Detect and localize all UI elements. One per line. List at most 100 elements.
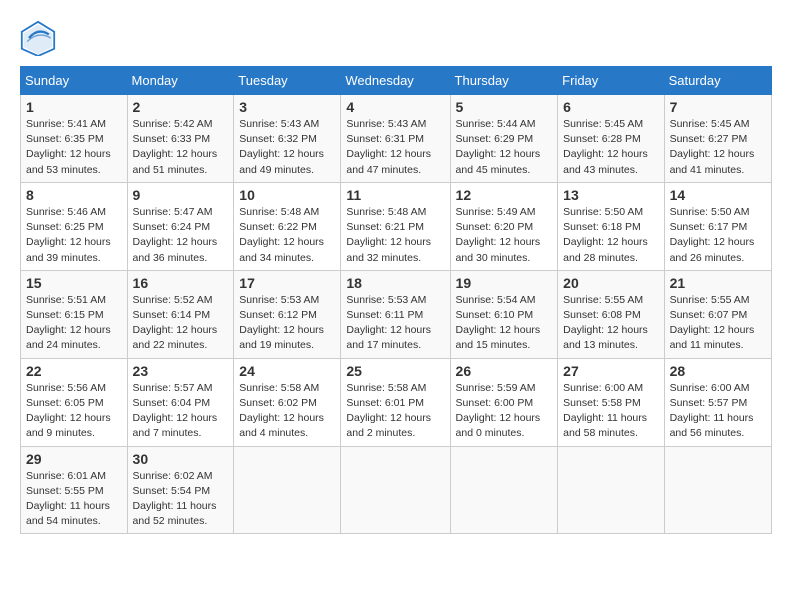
day-cell: 26 Sunrise: 5:59 AM Sunset: 6:00 PM Dayli… xyxy=(450,358,558,446)
day-number: 22 xyxy=(26,363,122,379)
day-cell xyxy=(341,446,450,534)
day-cell: 25 Sunrise: 5:58 AM Sunset: 6:01 PM Dayli… xyxy=(341,358,450,446)
day-number: 29 xyxy=(26,451,122,467)
day-cell: 2 Sunrise: 5:42 AM Sunset: 6:33 PM Daylig… xyxy=(127,95,234,183)
day-detail: Sunrise: 5:53 AM Sunset: 6:11 PM Dayligh… xyxy=(346,293,444,354)
day-cell: 3 Sunrise: 5:43 AM Sunset: 6:32 PM Daylig… xyxy=(234,95,341,183)
day-detail: Sunrise: 5:56 AM Sunset: 6:05 PM Dayligh… xyxy=(26,381,122,442)
day-cell: 29 Sunrise: 6:01 AM Sunset: 5:55 PM Dayli… xyxy=(21,446,128,534)
day-cell: 17Sunrise: 5:53 AM Sunset: 6:12 PM Dayli… xyxy=(234,270,341,358)
day-cell: 11 Sunrise: 5:48 AM Sunset: 6:21 PM Dayli… xyxy=(341,182,450,270)
day-cell: 13Sunrise: 5:50 AM Sunset: 6:18 PM Dayli… xyxy=(558,182,664,270)
day-number: 23 xyxy=(133,363,229,379)
day-cell: 1 Sunrise: 5:41 AM Sunset: 6:35 PM Daylig… xyxy=(21,95,128,183)
day-detail: Sunrise: 5:57 AM Sunset: 6:04 PM Dayligh… xyxy=(133,381,229,442)
day-detail: Sunrise: 6:01 AM Sunset: 5:55 PM Dayligh… xyxy=(26,469,122,530)
day-detail: Sunrise: 5:58 AM Sunset: 6:02 PM Dayligh… xyxy=(239,381,335,442)
day-detail: Sunrise: 5:43 AM Sunset: 6:31 PM Dayligh… xyxy=(346,117,444,178)
day-detail: Sunrise: 5:50 AM Sunset: 6:18 PM Dayligh… xyxy=(563,205,658,266)
day-detail: Sunrise: 5:48 AM Sunset: 6:22 PM Dayligh… xyxy=(239,205,335,266)
day-number: 6 xyxy=(563,99,658,115)
col-header-tuesday: Tuesday xyxy=(234,67,341,95)
day-number: 25 xyxy=(346,363,444,379)
day-detail: Sunrise: 5:49 AM Sunset: 6:20 PM Dayligh… xyxy=(456,205,553,266)
day-number: 20 xyxy=(563,275,658,291)
day-cell: 12 Sunrise: 5:49 AM Sunset: 6:20 PM Dayli… xyxy=(450,182,558,270)
day-cell: 9 Sunrise: 5:47 AM Sunset: 6:24 PM Daylig… xyxy=(127,182,234,270)
day-cell: 30 Sunrise: 6:02 AM Sunset: 5:54 PM Dayli… xyxy=(127,446,234,534)
col-header-saturday: Saturday xyxy=(664,67,771,95)
week-row-2: 8 Sunrise: 5:46 AM Sunset: 6:25 PM Daylig… xyxy=(21,182,772,270)
day-number: 14 xyxy=(670,187,766,203)
day-detail: Sunrise: 5:55 AM Sunset: 6:08 PM Dayligh… xyxy=(563,293,658,354)
day-cell: 15 Sunrise: 5:51 AM Sunset: 6:15 PM Dayli… xyxy=(21,270,128,358)
day-number: 4 xyxy=(346,99,444,115)
day-number: 24 xyxy=(239,363,335,379)
day-detail: Sunrise: 5:51 AM Sunset: 6:15 PM Dayligh… xyxy=(26,293,122,354)
col-header-friday: Friday xyxy=(558,67,664,95)
day-detail: Sunrise: 6:00 AM Sunset: 5:58 PM Dayligh… xyxy=(563,381,658,442)
logo xyxy=(20,20,60,56)
page-header xyxy=(20,20,772,56)
day-cell: 6 Sunrise: 5:45 AM Sunset: 6:28 PM Daylig… xyxy=(558,95,664,183)
day-number: 9 xyxy=(133,187,229,203)
day-number: 2 xyxy=(133,99,229,115)
day-detail: Sunrise: 5:58 AM Sunset: 6:01 PM Dayligh… xyxy=(346,381,444,442)
day-cell: 27 Sunrise: 6:00 AM Sunset: 5:58 PM Dayli… xyxy=(558,358,664,446)
day-detail: Sunrise: 5:45 AM Sunset: 6:27 PM Dayligh… xyxy=(670,117,766,178)
day-detail: Sunrise: 5:41 AM Sunset: 6:35 PM Dayligh… xyxy=(26,117,122,178)
day-cell: 23 Sunrise: 5:57 AM Sunset: 6:04 PM Dayli… xyxy=(127,358,234,446)
day-cell: 16Sunrise: 5:52 AM Sunset: 6:14 PM Dayli… xyxy=(127,270,234,358)
day-number: 15 xyxy=(26,275,122,291)
day-detail: Sunrise: 6:02 AM Sunset: 5:54 PM Dayligh… xyxy=(133,469,229,530)
day-cell: 4 Sunrise: 5:43 AM Sunset: 6:31 PM Daylig… xyxy=(341,95,450,183)
day-number: 1 xyxy=(26,99,122,115)
day-cell: 28Sunrise: 6:00 AM Sunset: 5:57 PM Dayli… xyxy=(664,358,771,446)
day-detail: Sunrise: 6:00 AM Sunset: 5:57 PM Dayligh… xyxy=(670,381,766,442)
day-number: 7 xyxy=(670,99,766,115)
logo-icon xyxy=(20,20,56,56)
day-number: 11 xyxy=(346,187,444,203)
day-detail: Sunrise: 5:46 AM Sunset: 6:25 PM Dayligh… xyxy=(26,205,122,266)
day-cell xyxy=(234,446,341,534)
day-detail: Sunrise: 5:55 AM Sunset: 6:07 PM Dayligh… xyxy=(670,293,766,354)
day-detail: Sunrise: 5:43 AM Sunset: 6:32 PM Dayligh… xyxy=(239,117,335,178)
day-number: 3 xyxy=(239,99,335,115)
day-cell: 21 Sunrise: 5:55 AM Sunset: 6:07 PM Dayli… xyxy=(664,270,771,358)
day-detail: Sunrise: 5:53 AM Sunset: 6:12 PM Dayligh… xyxy=(239,293,335,354)
day-detail: Sunrise: 5:45 AM Sunset: 6:28 PM Dayligh… xyxy=(563,117,658,178)
col-header-sunday: Sunday xyxy=(21,67,128,95)
col-header-monday: Monday xyxy=(127,67,234,95)
day-number: 21 xyxy=(670,275,766,291)
week-row-5: 29 Sunrise: 6:01 AM Sunset: 5:55 PM Dayli… xyxy=(21,446,772,534)
day-cell: 18 Sunrise: 5:53 AM Sunset: 6:11 PM Dayli… xyxy=(341,270,450,358)
day-cell xyxy=(664,446,771,534)
day-cell xyxy=(450,446,558,534)
day-detail: Sunrise: 5:47 AM Sunset: 6:24 PM Dayligh… xyxy=(133,205,229,266)
day-cell: 14Sunrise: 5:50 AM Sunset: 6:17 PM Dayli… xyxy=(664,182,771,270)
day-cell: 5 Sunrise: 5:44 AM Sunset: 6:29 PM Daylig… xyxy=(450,95,558,183)
day-detail: Sunrise: 5:44 AM Sunset: 6:29 PM Dayligh… xyxy=(456,117,553,178)
day-cell: 10Sunrise: 5:48 AM Sunset: 6:22 PM Dayli… xyxy=(234,182,341,270)
day-number: 18 xyxy=(346,275,444,291)
day-number: 19 xyxy=(456,275,553,291)
header-row: SundayMondayTuesdayWednesdayThursdayFrid… xyxy=(21,67,772,95)
day-cell: 8 Sunrise: 5:46 AM Sunset: 6:25 PM Daylig… xyxy=(21,182,128,270)
day-number: 8 xyxy=(26,187,122,203)
day-cell xyxy=(558,446,664,534)
day-number: 27 xyxy=(563,363,658,379)
day-number: 12 xyxy=(456,187,553,203)
day-detail: Sunrise: 5:42 AM Sunset: 6:33 PM Dayligh… xyxy=(133,117,229,178)
day-cell: 24 Sunrise: 5:58 AM Sunset: 6:02 PM Dayli… xyxy=(234,358,341,446)
day-detail: Sunrise: 5:59 AM Sunset: 6:00 PM Dayligh… xyxy=(456,381,553,442)
week-row-1: 1 Sunrise: 5:41 AM Sunset: 6:35 PM Daylig… xyxy=(21,95,772,183)
calendar-table: SundayMondayTuesdayWednesdayThursdayFrid… xyxy=(20,66,772,534)
day-number: 5 xyxy=(456,99,553,115)
week-row-3: 15 Sunrise: 5:51 AM Sunset: 6:15 PM Dayli… xyxy=(21,270,772,358)
day-cell: 22 Sunrise: 5:56 AM Sunset: 6:05 PM Dayli… xyxy=(21,358,128,446)
day-number: 26 xyxy=(456,363,553,379)
day-number: 30 xyxy=(133,451,229,467)
day-detail: Sunrise: 5:48 AM Sunset: 6:21 PM Dayligh… xyxy=(346,205,444,266)
col-header-wednesday: Wednesday xyxy=(341,67,450,95)
col-header-thursday: Thursday xyxy=(450,67,558,95)
